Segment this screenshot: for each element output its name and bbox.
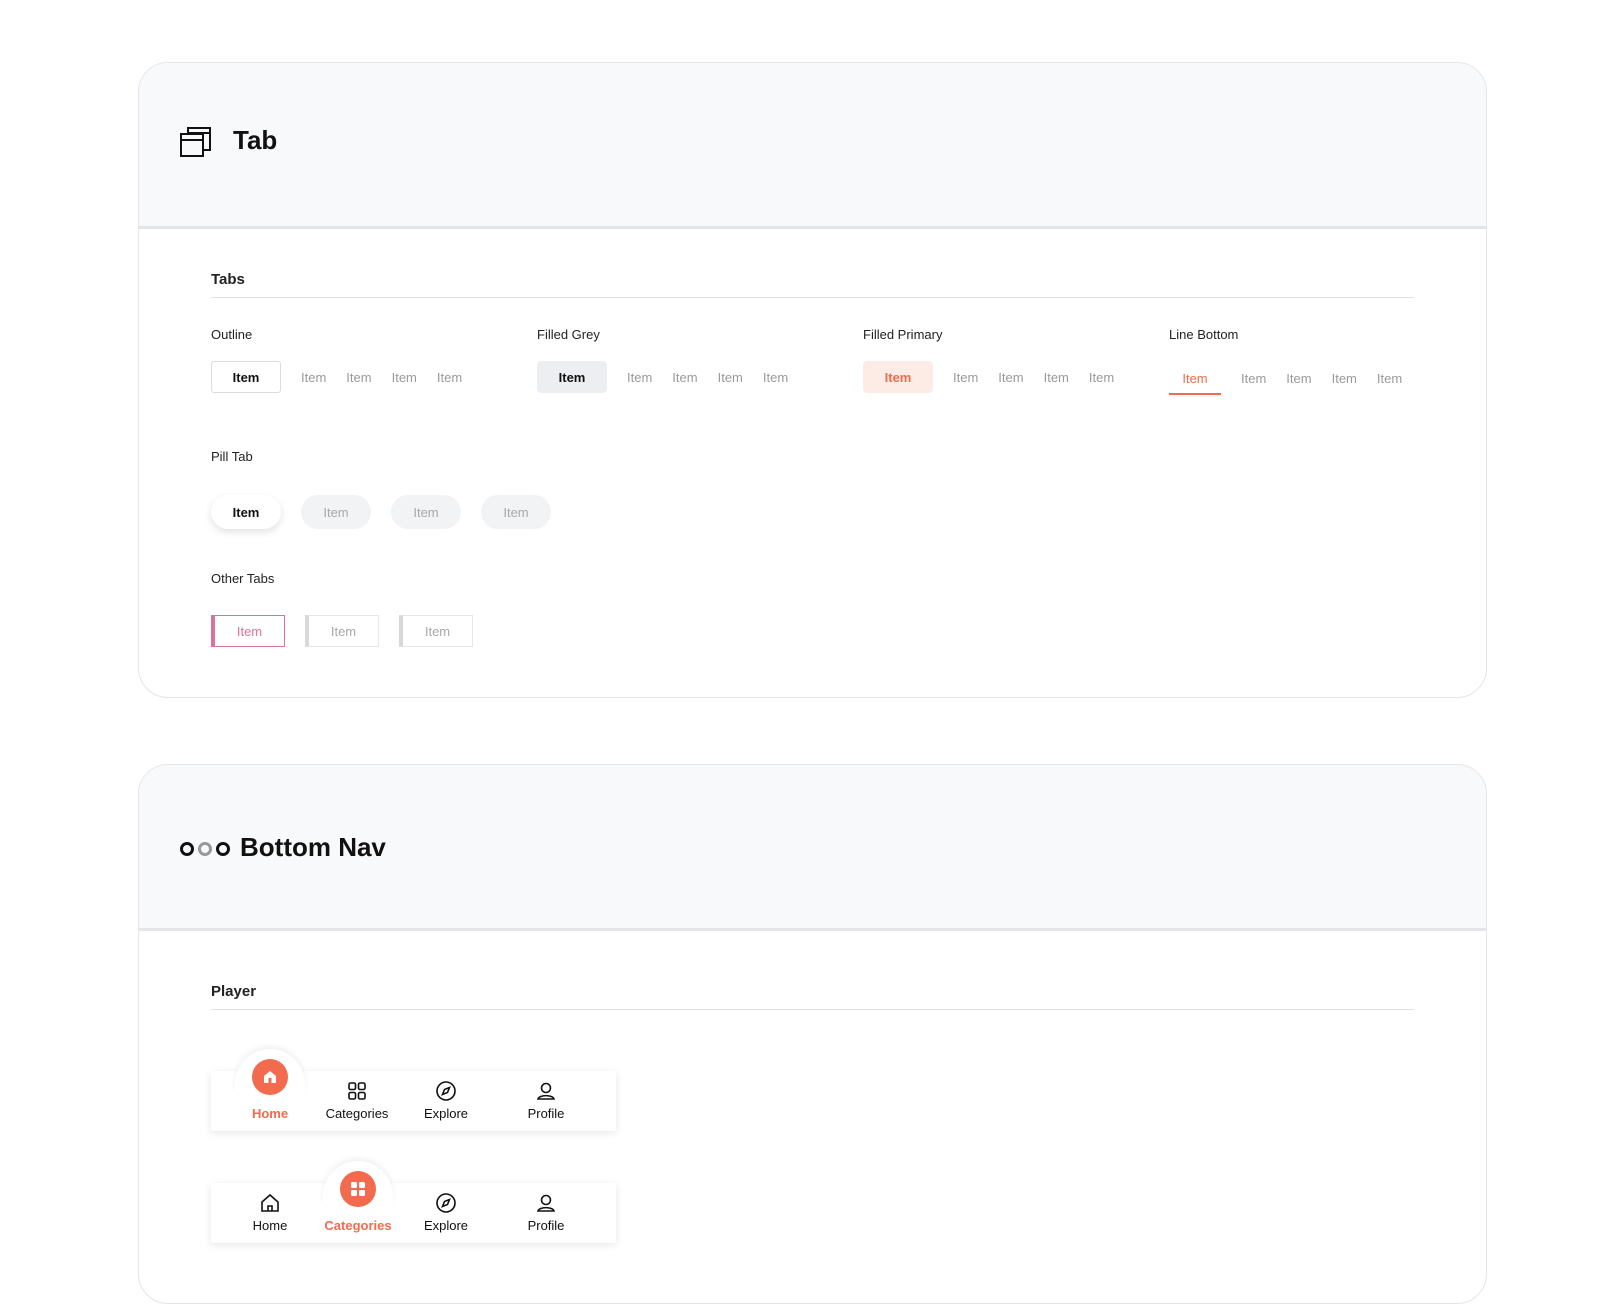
group-label-filled-primary: Filled Primary — [863, 327, 943, 342]
other-tab[interactable]: Item — [305, 615, 379, 647]
tab-item[interactable]: Item — [1044, 361, 1069, 393]
section-title-player: Player — [211, 983, 257, 1000]
pill-tab[interactable]: Item — [391, 495, 461, 529]
tab-card: Tab Tabs Outline Item Item Item Item Ite… — [138, 62, 1487, 698]
tab-item[interactable]: Item — [718, 361, 743, 393]
home-icon — [252, 1059, 288, 1095]
other-tab-active[interactable]: Item — [211, 615, 285, 647]
nav-item-home[interactable]: Home — [235, 1059, 305, 1131]
user-icon — [536, 1194, 556, 1212]
compass-icon — [436, 1193, 456, 1213]
tab-item-active[interactable]: Item — [537, 361, 607, 393]
nav-item-categories[interactable]: Categories — [317, 1071, 397, 1131]
bottom-nav-categories-active: Home Categories Explore Profile — [211, 1161, 616, 1243]
dots-icon — [180, 842, 230, 856]
tab-item[interactable]: Item — [953, 361, 978, 393]
bottom-nav-card-header: Bottom Nav — [139, 765, 1486, 931]
tab-item-active[interactable]: Item — [1169, 361, 1221, 395]
nav-label: Categories — [324, 1218, 392, 1233]
section-title-tabs: Tabs — [211, 271, 245, 288]
other-tab[interactable]: Item — [399, 615, 473, 647]
nav-label: Profile — [527, 1218, 565, 1233]
divider — [211, 1009, 1414, 1010]
tab-item[interactable]: Item — [392, 361, 417, 393]
tab-item[interactable]: Item — [1286, 362, 1311, 394]
tab-item-active[interactable]: Item — [211, 361, 281, 393]
user-icon — [536, 1082, 556, 1100]
group-label-pill: Pill Tab — [211, 449, 253, 464]
pill-tab-active[interactable]: Item — [211, 495, 281, 529]
tab-item[interactable]: Item — [346, 361, 371, 393]
grid-icon — [348, 1082, 366, 1100]
tab-item[interactable]: Item — [627, 361, 652, 393]
nav-item-profile[interactable]: Profile — [511, 1071, 581, 1131]
tabs-filled-primary: Item Item Item Item Item — [863, 361, 1114, 393]
nav-label: Explore — [423, 1218, 469, 1233]
tab-item[interactable]: Item — [1089, 361, 1114, 393]
page-title: Bottom Nav — [240, 832, 386, 862]
pill-tab[interactable]: Item — [301, 495, 371, 529]
tab-item-active[interactable]: Item — [863, 361, 933, 393]
tabs-pill: Item Item Item Item — [211, 495, 571, 529]
tab-item[interactable]: Item — [1241, 362, 1266, 394]
tabs-outline: Item Item Item Item Item — [211, 361, 462, 393]
tab-card-header: Tab — [139, 63, 1486, 229]
group-label-other: Other Tabs — [211, 571, 275, 586]
nav-label: Categories — [325, 1106, 389, 1121]
divider — [211, 297, 1414, 298]
bottom-nav-home-active: Home Categories Explore Profile — [211, 1049, 616, 1131]
home-icon — [261, 1193, 279, 1212]
pill-tab[interactable]: Item — [481, 495, 551, 529]
nav-label: Explore — [423, 1106, 469, 1121]
browser-windows-icon — [180, 127, 211, 157]
nav-item-explore[interactable]: Explore — [411, 1183, 481, 1243]
tab-item[interactable]: Item — [672, 361, 697, 393]
tabs-line-bottom: Item Item Item Item Item — [1169, 361, 1402, 395]
grid-icon — [340, 1171, 376, 1207]
nav-item-explore[interactable]: Explore — [411, 1071, 481, 1131]
tab-item[interactable]: Item — [437, 361, 462, 393]
nav-label: Profile — [527, 1106, 565, 1121]
tab-item[interactable]: Item — [763, 361, 788, 393]
nav-item-categories[interactable]: Categories — [317, 1171, 399, 1243]
group-label-outline: Outline — [211, 327, 253, 342]
group-label-line-bottom: Line Bottom — [1169, 327, 1239, 342]
tab-item[interactable]: Item — [1377, 362, 1402, 394]
tab-item[interactable]: Item — [1332, 362, 1357, 394]
nav-item-profile[interactable]: Profile — [511, 1183, 581, 1243]
compass-icon — [436, 1081, 456, 1101]
group-label-filled-grey: Filled Grey — [537, 327, 600, 342]
tab-item[interactable]: Item — [301, 361, 326, 393]
page-title: Tab — [233, 125, 278, 155]
tabs-other: Item Item Item — [211, 615, 493, 647]
nav-label: Home — [251, 1106, 289, 1121]
tabs-filled-grey: Item Item Item Item Item — [537, 361, 788, 393]
nav-label: Home — [252, 1218, 288, 1233]
nav-item-home[interactable]: Home — [235, 1183, 305, 1243]
tab-item[interactable]: Item — [998, 361, 1023, 393]
bottom-nav-card: Bottom Nav Player Home Categories Explor… — [138, 764, 1487, 1304]
